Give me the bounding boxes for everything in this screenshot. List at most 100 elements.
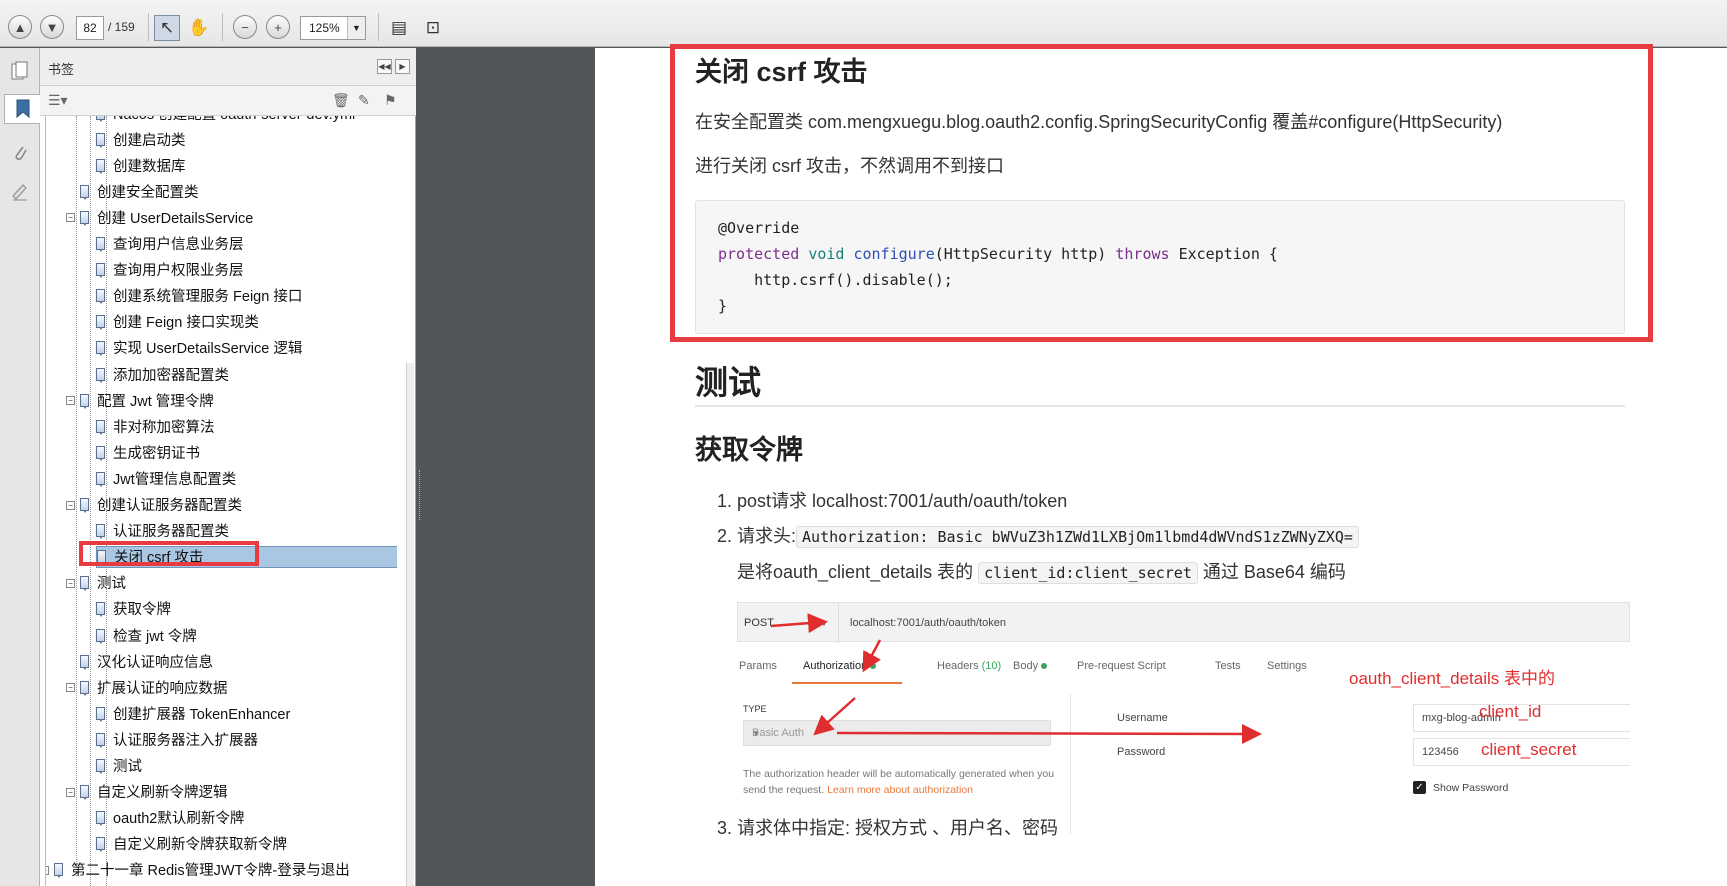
expand-icon[interactable]: +: [46, 865, 49, 875]
next-page-button[interactable]: ▼: [40, 15, 64, 39]
zoom-in-button[interactable]: +: [266, 15, 290, 39]
bookmark-item[interactable]: 认证服务器配置类: [96, 520, 229, 542]
options-menu-icon[interactable]: ☰▾: [48, 92, 68, 109]
bookmark-item[interactable]: 查询用户信息业务层: [96, 233, 244, 255]
bookmark-item[interactable]: 第二十一章 Redis管理JWT令牌-登录与退出: [54, 859, 350, 881]
highlight-box-content: [670, 44, 1653, 342]
splitter-grip[interactable]: [419, 470, 422, 520]
bookmark-icon: [80, 393, 89, 409]
chevron-down-icon[interactable]: ▼: [347, 17, 365, 39]
bookmark-item[interactable]: 自定义刷新令牌逻辑: [80, 781, 228, 803]
bookmark-icon: [96, 116, 105, 122]
bookmark-label: Jwt管理信息配置类: [113, 471, 237, 488]
panel-splitter[interactable]: [416, 48, 424, 886]
bookmark-label: 查询用户权限业务层: [113, 263, 244, 280]
collapse-icon[interactable]: −: [66, 787, 75, 797]
bookmark-item[interactable]: 获取令牌: [96, 598, 171, 620]
page-total: / 159: [108, 20, 135, 34]
hand-icon: ✋: [188, 18, 210, 37]
list-item-2-detail: 是将oauth_client_details 表的 client_id:clie…: [737, 558, 1346, 584]
bookmark-item[interactable]: 测试: [96, 755, 142, 777]
bookmark-item[interactable]: 扩展认证的响应数据: [80, 676, 228, 698]
bookmark-item[interactable]: Nacos 创建配置 oauth-server-dev.yml: [96, 116, 355, 124]
find-bookmark-icon[interactable]: ⚑: [384, 92, 397, 109]
pages-icon[interactable]: [6, 56, 34, 86]
collapse-icon[interactable]: −: [66, 578, 75, 588]
bookmark-icon: [96, 524, 105, 540]
bookmark-item[interactable]: 创建 Feign 接口实现类: [96, 311, 259, 333]
bookmark-icon: [96, 158, 105, 174]
bookmark-item[interactable]: 汉化认证响应信息: [80, 650, 213, 672]
bookmark-icon: [80, 184, 89, 200]
arrow-up-icon: ▲: [13, 19, 27, 35]
collapse-icon[interactable]: −: [66, 396, 75, 406]
bookmark-icon: [96, 289, 105, 305]
tree-connector: [76, 116, 77, 876]
collapse-icon[interactable]: −: [66, 500, 75, 510]
select-tool-button[interactable]: ↖: [154, 15, 180, 41]
bookmark-item[interactable]: 检查 jwt 令牌: [96, 624, 197, 646]
bookmark-icon: [96, 811, 105, 827]
bookmark-label: 创建数据库: [113, 158, 186, 175]
bookmark-icon: [96, 706, 105, 722]
collapse-icon[interactable]: −: [66, 213, 75, 223]
bookmark-icon: [80, 210, 89, 226]
bookmarks-scrollbar[interactable]: [406, 363, 414, 886]
fit-page-icon: ▤: [390, 18, 408, 37]
hand-tool-button[interactable]: ✋: [186, 15, 212, 41]
bookmark-item[interactable]: 创建扩展器 TokenEnhancer: [96, 702, 290, 724]
detail-prefix: 是将oauth_client_details 表的: [737, 562, 974, 582]
bookmark-item[interactable]: 创建安全配置类: [80, 180, 199, 202]
bookmark-item[interactable]: 查询用户权限业务层: [96, 259, 244, 281]
bookmark-icon: [80, 498, 89, 513]
bookmark-label: 非对称加密算法: [113, 419, 215, 436]
bookmark-icon: [96, 367, 105, 383]
previous-page-button[interactable]: ▲: [8, 15, 32, 39]
bookmark-item[interactable]: 创建启动类: [96, 128, 186, 150]
bookmark-item[interactable]: 添加加密器配置类: [96, 363, 229, 385]
collapse-panel-button[interactable]: ◀◀: [377, 59, 392, 74]
plus-icon: +: [274, 19, 282, 35]
bookmark-item[interactable]: 认证服务器注入扩展器: [96, 728, 258, 750]
fit-page-button[interactable]: ▤: [386, 15, 412, 41]
attachment-icon[interactable]: [6, 138, 34, 168]
toolbar: ▲ ▼ 82 / 159 ↖ ✋ − + 125% ▼ ▤ ⊡: [0, 0, 1727, 47]
bookmark-item[interactable]: 创建 UserDetailsService: [80, 206, 253, 228]
bookmark-icon: [96, 759, 105, 774]
toolbar-separator: [148, 13, 149, 41]
bookmark-icon: [96, 837, 105, 853]
new-bookmark-icon[interactable]: ✎: [358, 92, 370, 109]
bookmark-item[interactable]: 实现 UserDetailsService 逻辑: [96, 337, 302, 359]
arrow-down-icon: ▼: [45, 19, 59, 35]
zoom-select[interactable]: 125% ▼: [300, 16, 366, 40]
page-number-input[interactable]: 82: [76, 16, 104, 40]
bookmark-label: 检查 jwt 令牌: [113, 628, 197, 645]
panel-options-button[interactable]: ▶: [395, 59, 410, 74]
trash-icon[interactable]: 🗑: [332, 92, 350, 109]
fit-width-button[interactable]: ⊡: [420, 15, 446, 41]
collapse-icon[interactable]: −: [66, 683, 75, 693]
bookmark-icon: [80, 576, 89, 592]
bookmark-item[interactable]: 生成密钥证书: [96, 441, 200, 463]
arrow-to-fields: [836, 723, 1262, 744]
bookmark-icon[interactable]: [4, 94, 40, 124]
bookmark-item[interactable]: 非对称加密算法: [96, 415, 215, 437]
bookmark-item[interactable]: 创建数据库: [96, 154, 186, 176]
signature-icon[interactable]: [6, 176, 34, 206]
bookmarks-toolbar: ☰▾ 🗑 ✎ ⚑: [40, 86, 416, 116]
bookmark-icon: [96, 341, 105, 357]
arrow-to-auth-type: [813, 697, 856, 736]
bookmark-item[interactable]: Jwt管理信息配置类: [96, 467, 236, 489]
chevron-right-icon: ▶: [399, 62, 406, 71]
bookmark-item[interactable]: 配置 Jwt 管理令牌: [80, 389, 214, 411]
bookmark-item[interactable]: 创建认证服务器配置类: [80, 494, 242, 516]
bookmark-item[interactable]: oauth2默认刷新令牌: [96, 807, 244, 829]
bookmark-label: 创建启动类: [113, 132, 186, 149]
bookmark-item[interactable]: 自定义刷新令牌获取新令牌: [96, 833, 287, 855]
zoom-out-button[interactable]: −: [233, 15, 257, 39]
section-heading-get-token: 获取令牌: [695, 435, 803, 465]
bookmark-item[interactable]: 测试: [80, 572, 126, 594]
inline-code-auth-header: Authorization: Basic bWVuZ3h1ZWd1LXBjOm1…: [796, 526, 1359, 548]
bookmarks-panel: 书签 ◀◀ ▶ ☰▾ 🗑 ✎ ⚑ Nacos 创建配置 oauth-server…: [40, 48, 416, 886]
bookmark-item[interactable]: 创建系统管理服务 Feign 接口: [96, 285, 302, 307]
